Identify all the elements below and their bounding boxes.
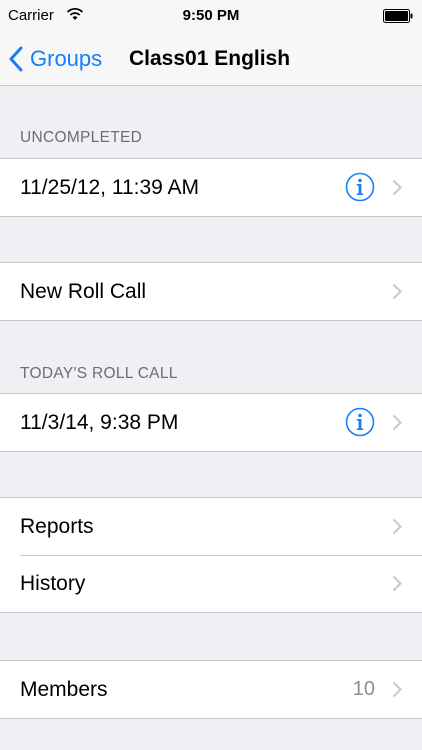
row-label: Members bbox=[20, 677, 108, 701]
row-label: Reports bbox=[20, 514, 94, 538]
chevron-right-icon bbox=[392, 681, 402, 698]
reports-history-group: Reports History bbox=[0, 497, 422, 613]
chevron-right-icon bbox=[392, 179, 402, 196]
section-header-todays-roll-call: TODAY'S ROLL CALL bbox=[20, 365, 178, 382]
row-label: 11/3/14, 9:38 PM bbox=[20, 410, 179, 434]
chevron-right-icon bbox=[392, 414, 402, 431]
status-bar: Carrier 9:50 PM bbox=[0, 0, 422, 32]
reports-row[interactable]: Reports bbox=[0, 498, 422, 555]
chevron-right-icon bbox=[392, 518, 402, 535]
todays-roll-call-group: 11/3/14, 9:38 PM bbox=[0, 393, 422, 452]
page-title: Class01 English bbox=[129, 47, 291, 70]
navigation-bar: Groups Class01 English bbox=[0, 32, 422, 86]
members-row[interactable]: Members 10 bbox=[0, 661, 422, 718]
info-icon[interactable] bbox=[345, 407, 375, 437]
chevron-left-icon bbox=[9, 46, 23, 72]
new-roll-call-row[interactable]: New Roll Call bbox=[0, 263, 422, 320]
back-button-label: Groups bbox=[30, 46, 103, 71]
row-label: History bbox=[20, 571, 86, 595]
back-button[interactable]: Groups bbox=[8, 32, 102, 86]
info-icon[interactable] bbox=[345, 172, 375, 202]
battery-icon bbox=[383, 9, 413, 23]
row-label: 11/25/12, 11:39 AM bbox=[20, 175, 200, 199]
history-row[interactable]: History bbox=[0, 555, 422, 612]
new-roll-call-group: New Roll Call bbox=[0, 262, 422, 321]
todays-roll-call-row[interactable]: 11/3/14, 9:38 PM bbox=[0, 394, 422, 451]
uncompleted-group: 11/25/12, 11:39 AM bbox=[0, 158, 422, 217]
section-header-uncompleted: UNCOMPLETED bbox=[20, 129, 143, 146]
uncompleted-roll-call-row[interactable]: 11/25/12, 11:39 AM bbox=[0, 159, 422, 216]
members-count: 10 bbox=[352, 678, 375, 700]
chevron-right-icon bbox=[392, 283, 402, 300]
clock: 9:50 PM bbox=[182, 7, 240, 24]
members-group: Members 10 bbox=[0, 660, 422, 719]
chevron-right-icon bbox=[392, 575, 402, 592]
row-label: New Roll Call bbox=[20, 279, 147, 303]
